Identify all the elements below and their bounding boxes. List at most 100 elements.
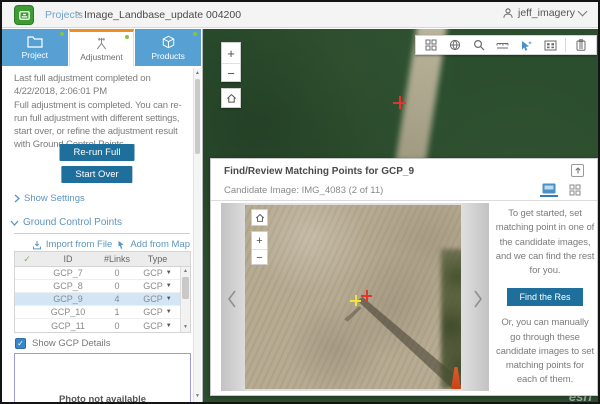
left-panel: Project Adjustment Products Last full ad…	[2, 29, 203, 402]
home-icon	[255, 213, 265, 223]
chevron-down-icon	[578, 7, 588, 17]
gcp-id: GCP_8	[39, 281, 97, 291]
select-matching-point-icon[interactable]	[517, 37, 535, 53]
next-image-button[interactable]	[471, 287, 485, 311]
scroll-down-icon[interactable]: ▼	[194, 392, 201, 401]
divider	[211, 200, 597, 201]
show-settings-toggle[interactable]: Show Settings	[14, 193, 85, 204]
tab-products[interactable]: Products	[135, 29, 201, 66]
photo-zoom-out-button[interactable]: −	[252, 249, 267, 266]
adjustment-tripod-icon	[94, 36, 109, 50]
dropdown-arrow-icon[interactable]: ▼	[166, 309, 172, 315]
show-gcp-details-checkbox[interactable]: ✓ Show GCP Details	[15, 338, 111, 349]
home-extent-button[interactable]	[221, 88, 241, 108]
add-from-map-link[interactable]: Add from Map	[130, 239, 190, 250]
photo-not-available-text: Photo not available	[15, 394, 190, 404]
cube-icon	[161, 35, 176, 49]
tab-status-dot	[60, 32, 64, 36]
user-menu[interactable]: jeff_imagery	[502, 7, 586, 19]
column-header-id: ID	[39, 254, 97, 264]
photo-home-button[interactable]	[251, 209, 268, 226]
zoom-out-button[interactable]: −	[222, 63, 240, 83]
basemap-globe-icon[interactable]	[446, 37, 464, 53]
gcp-links: 1	[97, 307, 137, 317]
vegetation-edge	[441, 249, 461, 389]
dropdown-arrow-icon[interactable]: ▼	[166, 296, 172, 302]
tab-label: Products	[151, 51, 185, 61]
folder-icon	[27, 35, 43, 48]
start-over-button[interactable]: Start Over	[61, 166, 132, 183]
gcp-links: 4	[97, 294, 137, 304]
gcp-photo-preview: Photo not available	[14, 353, 191, 404]
project-title: Image_Landbase_update 004200	[84, 9, 241, 21]
gcp-cross-red	[361, 290, 372, 301]
candidate-image-label: Candidate Image: IMG_4083 (2 of 11)	[224, 185, 383, 196]
single-image-view-toggle[interactable]	[540, 182, 558, 197]
table-row[interactable]: GCP_10 1 GCP▼	[15, 306, 190, 319]
add-from-map-cursor-icon	[116, 240, 126, 250]
last-adjustment-text: Last full adjustment completed on 4/22/2…	[14, 72, 192, 98]
instruction-text-2: Or, you can manually go through these ca…	[495, 316, 595, 387]
measure-swipe-icon[interactable]	[494, 37, 512, 53]
gcp-section-title: Ground Control Points	[23, 217, 122, 228]
gcp-id: GCP_7	[39, 268, 97, 278]
gcp-section-toggle[interactable]: Ground Control Points	[10, 217, 122, 228]
thumbnail-grid-icon[interactable]	[422, 37, 440, 53]
scrollbar-thumb[interactable]	[182, 277, 189, 299]
user-name: jeff_imagery	[518, 7, 575, 19]
chevron-expanded-icon	[10, 220, 19, 226]
previous-image-button[interactable]	[225, 287, 239, 311]
import-from-file-link[interactable]: Import from File	[46, 239, 113, 250]
chevron-right-icon	[14, 194, 20, 203]
gcp-type: GCP	[143, 294, 163, 304]
scroll-down-icon[interactable]: ▼	[181, 323, 190, 332]
tab-project[interactable]: Project	[2, 29, 68, 66]
map-zoom-control: + −	[221, 42, 241, 82]
tab-label: Adjustment	[80, 52, 123, 62]
home-icon	[226, 93, 237, 104]
dropdown-arrow-icon[interactable]: ▼	[166, 283, 172, 289]
dropdown-arrow-icon[interactable]: ▼	[166, 270, 172, 276]
scrollbar-thumb[interactable]	[195, 79, 200, 154]
rerun-full-button[interactable]: Re-run Full	[60, 144, 135, 161]
app-header: Projects > Image_Landbase_update 004200 …	[2, 2, 598, 28]
dropdown-arrow-icon[interactable]: ▼	[166, 323, 172, 329]
candidate-photo[interactable]: + −	[245, 205, 461, 389]
gcp-links: 0	[97, 321, 137, 331]
gcp-type: GCP	[143, 321, 163, 331]
collapse-panel-icon[interactable]	[571, 164, 584, 177]
user-icon	[502, 7, 514, 19]
ortho-maker-logo-icon	[14, 5, 34, 25]
gcp-table: ✓ ID #Links Type GCP_7 0 GCP▼ GCP_8 0 GC…	[14, 251, 191, 333]
panel-tabs: Project Adjustment Products	[2, 29, 202, 66]
gcp-type: GCP	[143, 307, 163, 317]
zoom-in-button[interactable]: +	[222, 43, 240, 63]
table-scrollbar[interactable]: ▲ ▼	[180, 267, 190, 332]
column-header-type: Type	[137, 254, 178, 264]
find-the-rest-button[interactable]: Find the Res	[507, 288, 583, 306]
table-row[interactable]: GCP_11 0 GCP▼	[15, 319, 190, 332]
photo-zoom-control: + −	[251, 231, 268, 265]
tab-adjustment[interactable]: Adjustment	[69, 29, 135, 66]
sidebar-scrollbar[interactable]: ▲ ▼	[193, 68, 201, 402]
matching-point-cross-yellow	[350, 295, 361, 306]
scroll-up-icon[interactable]: ▲	[194, 69, 201, 78]
grid-view-toggle[interactable]	[566, 182, 584, 197]
gcp-type: GCP	[143, 281, 163, 291]
instruction-text-1: To get started, set matching point in on…	[495, 207, 595, 278]
image-collection-icon[interactable]	[541, 37, 559, 53]
scroll-up-icon[interactable]: ▲	[181, 267, 190, 276]
check-column-icon: ✓	[15, 254, 39, 265]
photo-zoom-in-button[interactable]: +	[252, 232, 267, 249]
map-toolbar	[415, 35, 597, 55]
search-icon[interactable]	[470, 37, 488, 53]
checkbox-checked-icon: ✓	[15, 338, 26, 349]
table-row-selected[interactable]: GCP_9 4 GCP▼	[15, 293, 190, 306]
gcp-links: 0	[97, 281, 137, 291]
matching-instructions: To get started, set matching point in on…	[495, 207, 595, 388]
import-file-icon	[32, 240, 42, 250]
clipboard-icon[interactable]	[572, 37, 590, 53]
table-row[interactable]: GCP_8 0 GCP▼	[15, 280, 190, 293]
table-row[interactable]: GCP_7 0 GCP▼	[15, 267, 190, 280]
tab-label: Project	[22, 50, 48, 60]
